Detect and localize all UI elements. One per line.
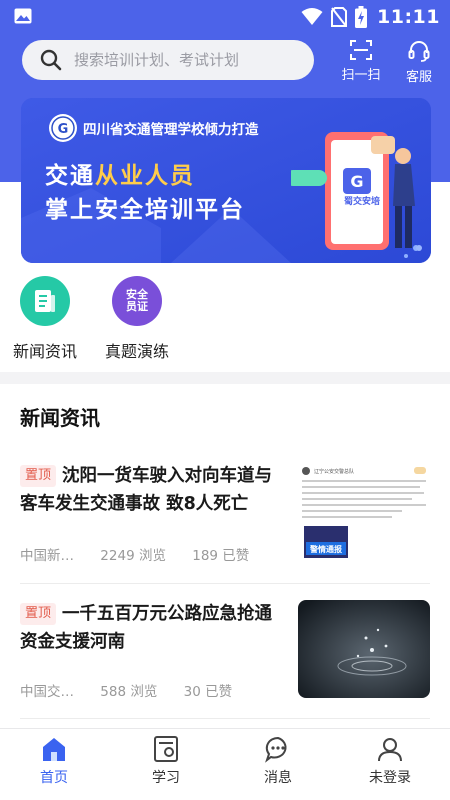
news-item-views: 2249 浏览 [100,548,166,564]
rain-water-thumbnail-image [298,600,430,698]
news-item-title: 置顶 沈阳一货车驶入对向车道与客车发生交通事故 致8人死亡 [20,462,282,518]
news-item-thumbnail: 辽宁公安交警总队 警情通报 [298,462,430,560]
tab-home[interactable]: 首页 [14,735,94,787]
search-icon [40,49,62,71]
news-section-title: 新闻资讯 [20,406,100,430]
scan-icon [350,40,372,60]
news-list-item[interactable]: 置顶 沈阳一货车驶入对向车道与客车发生交通事故 致8人死亡 中国新… 2249 浏… [20,462,430,584]
news-item-thumbnail [298,600,430,698]
thumb-header-text: 辽宁公安交警总队 [314,468,354,475]
news-item-title-text: 一千五百万元公路应急抢通资金支援河南 [20,604,273,652]
service-label: 客服 [405,70,432,85]
news-item-likes: 30 已赞 [183,684,233,700]
pinned-badge: 置顶 [20,465,57,487]
status-bar: 11:11 [0,0,450,34]
clock: 11:11 [377,6,440,28]
news-separator [20,583,430,584]
scan-button[interactable]: 扫一扫 [334,40,388,84]
home-icon [43,738,65,761]
news-list-item[interactable]: 置顶 一千五百万元公路应急抢通资金支援河南 中国交… 588 浏览 30 已赞 [20,600,430,722]
news-item-title: 置顶 一千五百万元公路应急抢通资金支援河南 [20,600,282,656]
banner-headline-1: 交通从业人员 [45,156,195,190]
user-icon [378,738,402,762]
scan-label: 扫一扫 [341,68,381,83]
news-item-meta: 中国新… 2249 浏览 189 已赞 [20,544,271,564]
news-item-meta: 中国交… 588 浏览 30 已赞 [20,680,254,700]
pinned-badge: 置顶 [20,603,57,625]
exam-icon-text-2: 员证 [126,300,148,313]
study-icon [154,736,178,762]
banner-app-label: 蜀交安培 [344,197,381,207]
news-item-source: 中国新… [20,548,74,564]
news-icon [35,290,55,312]
search-input[interactable] [74,51,294,69]
news-item-title-text: 沈阳一货车驶入对向车道与客车发生交通事故 致8人死亡 [20,466,273,514]
wifi-icon [301,8,323,25]
tab-home-label: 首页 [40,770,68,786]
gallery-notification-icon [14,8,32,24]
news-separator [20,718,430,719]
search-row: 扫一扫 客服 [22,40,442,85]
search-box[interactable] [22,40,314,80]
quick-entry-exam-practice[interactable]: 安全 员证 真题演练 [92,276,182,362]
tab-messages[interactable]: 消息 [238,735,318,787]
promo-banner[interactable]: G 四川省交通管理学校倾力打造 交通从业人员 掌上安全培训平台 G 蜀交安培 [21,98,431,263]
quick-entry-exam-label: 真题演练 [104,342,169,361]
phone-illustration: G [291,132,422,251]
news-item-likes: 189 已赞 [192,548,250,564]
svg-text:G: G [58,122,69,137]
news-entry-icon-bg [20,276,70,326]
tab-login-label: 未登录 [369,770,411,786]
banner-headline-1-highlight: 从业人员 [95,163,195,189]
tab-profile-login[interactable]: 未登录 [350,735,430,787]
svg-text:G: G [350,172,363,191]
banner-org-text: 四川省交通管理学校倾力打造 [83,122,259,138]
police-notice-thumbnail-image: 辽宁公安交警总队 警情通报 [298,462,430,560]
news-item-source: 中国交… [20,684,74,700]
message-icon [265,736,287,763]
news-item-views: 588 浏览 [100,684,158,700]
tab-study[interactable]: 学习 [126,735,206,787]
exam-entry-icon: 安全 员证 [112,276,162,326]
banner-headline-2: 掌上安全培训平台 [45,197,245,223]
thumb-badge-text: 警情通报 [309,544,342,554]
quick-entry-news-label: 新闻资讯 [12,342,77,361]
quick-entry-news[interactable]: 新闻资讯 [0,276,90,362]
tab-messages-label: 消息 [264,770,292,786]
headset-icon [408,41,430,62]
tab-study-label: 学习 [152,770,180,786]
banner-headline-1-prefix: 交通 [45,163,95,189]
school-logo-icon: G [49,114,77,142]
section-divider [0,372,450,384]
battery-charging-icon [355,6,368,28]
customer-service-button[interactable]: 客服 [392,40,446,85]
quick-entries: 新闻资讯 安全 员证 真题演练 [0,276,450,366]
bottom-tab-bar: 首页 学习 消息 未登录 [0,728,450,800]
no-sim-icon [331,7,348,27]
